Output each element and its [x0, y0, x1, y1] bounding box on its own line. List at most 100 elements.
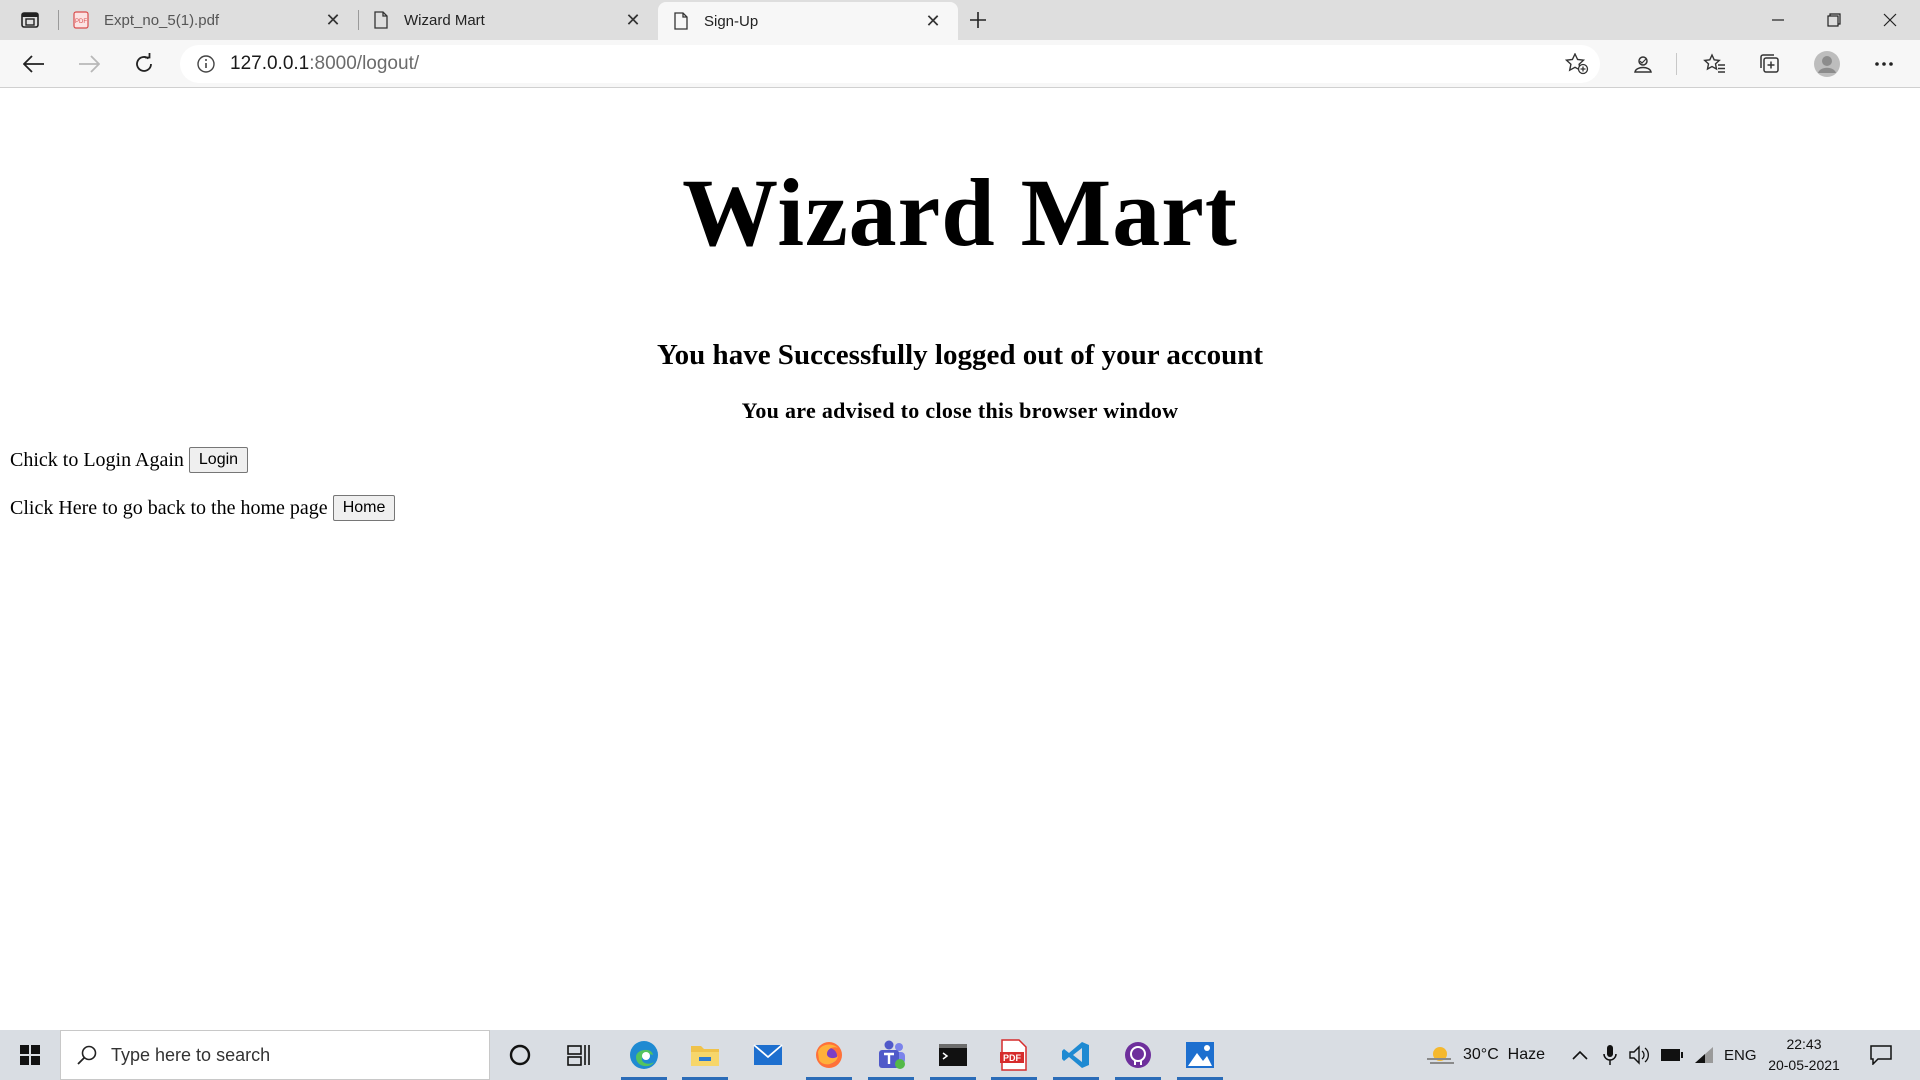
tab-separator [358, 10, 359, 30]
plus-icon [970, 12, 986, 28]
refresh-button[interactable] [126, 48, 162, 80]
favorites-button[interactable] [1697, 48, 1733, 80]
home-button[interactable]: Home [332, 495, 396, 521]
minimize-icon [1772, 19, 1784, 21]
forward-button[interactable] [71, 48, 107, 80]
close-tab-icon[interactable]: ✕ [322, 9, 344, 31]
tab-actions-icon [21, 12, 39, 28]
microphone-button[interactable] [1603, 1030, 1617, 1080]
weather-haze-icon [1427, 1047, 1454, 1064]
favorites-icon [1703, 53, 1725, 73]
site-info-icon[interactable] [194, 52, 218, 76]
settings-more-button[interactable] [1866, 48, 1902, 80]
language-indicator[interactable]: ENG [1724, 1030, 1757, 1080]
login-button[interactable]: Login [188, 447, 249, 473]
close-tab-icon[interactable]: ✕ [622, 9, 644, 31]
windows-logo-icon [20, 1045, 40, 1065]
home-row: Click Here to go back to the home page H… [10, 495, 396, 521]
edge-icon [630, 1041, 658, 1069]
more-icon [1875, 62, 1893, 66]
cortana-icon [509, 1044, 531, 1066]
login-prompt-text: Chick to Login Again [10, 448, 184, 471]
github-desktop-app[interactable] [1109, 1030, 1167, 1080]
teams-icon [879, 1040, 905, 1069]
mail-app[interactable] [739, 1030, 797, 1080]
search-icon [75, 1043, 99, 1067]
photos-icon [1186, 1042, 1214, 1068]
pdf-reader-icon: PDF [1000, 1039, 1027, 1071]
tab-wizard-mart[interactable]: Wizard Mart ✕ [358, 0, 658, 40]
taskbar: Type here to search PDF 30°C Haze ENG 22… [0, 1030, 1920, 1080]
file-explorer-app[interactable] [676, 1030, 734, 1080]
advice-message: You are advised to close this browser wi… [741, 398, 1179, 423]
weather-widget[interactable]: 30°C Haze [1425, 1030, 1545, 1080]
speaker-icon [1629, 1045, 1649, 1065]
back-arrow-icon [23, 55, 44, 73]
chevron-up-icon [1572, 1050, 1588, 1060]
cortana-button[interactable] [491, 1030, 549, 1080]
task-view-button[interactable] [550, 1030, 608, 1080]
toolbar-separator [1676, 53, 1677, 75]
wifi-icon [1695, 1047, 1713, 1063]
volume-button[interactable] [1629, 1030, 1651, 1080]
page-icon [372, 11, 390, 29]
firefox-app[interactable] [800, 1030, 858, 1080]
svg-text:PDF: PDF [1003, 1053, 1022, 1063]
teams-app[interactable] [862, 1030, 920, 1080]
microphone-icon [1603, 1045, 1617, 1065]
restore-icon [1827, 13, 1841, 27]
tab-pdf[interactable]: PDF Expt_no_5(1).pdf ✕ [58, 0, 358, 40]
pdf-icon: PDF [72, 11, 90, 29]
address-url: 127.0.0.1:8000/logout/ [230, 53, 419, 75]
battery-icon [1661, 1049, 1683, 1061]
site-title: Wizard Mart [682, 159, 1238, 266]
forward-arrow-icon [79, 55, 100, 73]
close-tab-icon[interactable]: ✕ [922, 10, 944, 32]
start-button[interactable] [0, 1030, 60, 1080]
add-favorite-icon[interactable] [1564, 52, 1590, 76]
file-explorer-icon [691, 1046, 719, 1066]
collections-icon [1760, 54, 1779, 73]
tab-actions-menu[interactable] [14, 8, 46, 32]
network-button[interactable] [1693, 1030, 1715, 1080]
terminal-app[interactable] [924, 1030, 982, 1080]
terminal-icon [939, 1044, 967, 1066]
tab-sign-up[interactable]: Sign-Up ✕ [658, 2, 958, 40]
close-window-button[interactable] [1862, 0, 1918, 40]
clock-time: 22:43 [1786, 1036, 1822, 1052]
show-hidden-icons-button[interactable] [1572, 1030, 1588, 1080]
logout-message: You have Successfully logged out of your… [656, 339, 1264, 371]
language-text: ENG [1724, 1046, 1757, 1064]
close-icon [1883, 13, 1897, 27]
profile-button[interactable] [1809, 48, 1845, 80]
collections-button[interactable] [1752, 48, 1788, 80]
taskbar-search-box[interactable]: Type here to search [60, 1030, 490, 1080]
battery-button[interactable] [1660, 1030, 1684, 1080]
search-placeholder: Type here to search [111, 1044, 271, 1065]
tab-title: Expt_no_5(1).pdf [104, 11, 220, 29]
vscode-icon [1062, 1042, 1089, 1068]
page-content: Wizard Mart You have Successfully logged… [0, 89, 1920, 1030]
photos-app[interactable] [1171, 1030, 1229, 1080]
tab-separator [58, 10, 59, 30]
notification-center-button[interactable] [1865, 1030, 1897, 1080]
back-button[interactable] [16, 48, 52, 80]
avatar-icon [1814, 51, 1840, 77]
url-path: :8000/logout/ [309, 53, 420, 74]
address-bar[interactable]: 127.0.0.1:8000/logout/ [180, 45, 1600, 83]
extension-button[interactable] [1625, 48, 1661, 80]
new-tab-button[interactable] [964, 6, 992, 34]
restore-button[interactable] [1806, 0, 1862, 40]
extension-icon [1634, 56, 1652, 73]
minimize-button[interactable] [1750, 0, 1806, 40]
svg-text:PDF: PDF [75, 19, 87, 25]
pdf-reader-app[interactable]: PDF [985, 1030, 1043, 1080]
taskbar-clock[interactable]: 22:43 20-05-2021 [1762, 1034, 1846, 1076]
clock-date: 20-05-2021 [1768, 1057, 1840, 1073]
vscode-app[interactable] [1047, 1030, 1105, 1080]
url-host: 127.0.0.1 [230, 53, 310, 74]
task-view-icon [567, 1045, 590, 1066]
edge-app[interactable] [615, 1030, 673, 1080]
notification-icon [1870, 1045, 1892, 1065]
login-row: Chick to Login Again Login [10, 447, 249, 473]
